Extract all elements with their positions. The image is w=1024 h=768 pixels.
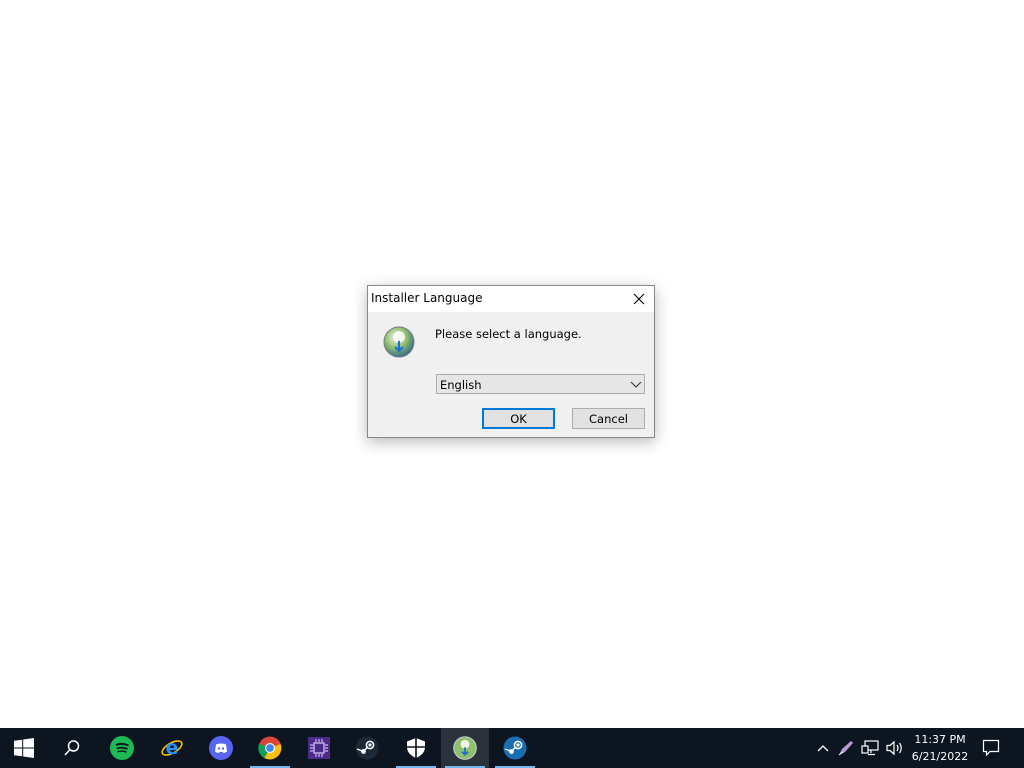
taskbar-security[interactable] [392,728,440,768]
clock-date: 6/21/2022 [911,750,969,763]
chevron-down-icon [630,381,642,388]
action-center-button[interactable] [981,738,1001,758]
chevron-up-icon [817,745,829,752]
taskbar-chrome[interactable] [246,728,294,768]
taskbar-installer[interactable] [441,728,489,768]
spotify-icon [110,736,134,760]
installer-language-dialog: Installer Language Please select a langu… [367,285,655,438]
show-hidden-icons-button[interactable] [813,738,833,758]
cancel-button[interactable]: Cancel [572,408,645,429]
network-icon [861,740,879,756]
taskbar-steam-2[interactable] [491,728,539,768]
taskbar-app-purple[interactable] [295,728,343,768]
clock-time: 11:37 PM [914,733,966,746]
ie-icon: e [161,737,183,759]
svg-text:e: e [166,737,179,759]
taskbar-spotify[interactable] [98,728,146,768]
close-button[interactable] [624,286,654,312]
chip-icon [308,737,330,759]
taskbar-discord[interactable] [197,728,245,768]
search-button[interactable] [48,728,96,768]
chrome-icon [258,736,282,760]
steam-icon [503,736,527,760]
tray-volume[interactable] [885,738,905,758]
discord-icon [209,736,233,760]
notification-icon [982,739,1000,757]
installer-icon [383,326,415,358]
start-button[interactable] [0,728,48,768]
taskbar: e 11:37 PM 6/21/2022 [0,728,1024,768]
taskbar-internet-explorer[interactable]: e [148,728,196,768]
tray-pen[interactable] [836,738,856,758]
close-icon [633,293,645,305]
dialog-title: Installer Language [371,291,483,305]
windows-logo-icon [14,738,34,758]
taskbar-steam[interactable] [343,728,391,768]
language-select-value: English [440,378,482,392]
language-select[interactable]: English [436,374,645,394]
shield-icon [407,738,425,758]
language-prompt: Please select a language. [435,327,582,341]
installer-icon [453,736,477,760]
volume-icon [886,740,902,756]
pen-icon [838,741,853,756]
ok-button[interactable]: OK [482,408,555,429]
steam-icon [355,736,379,760]
search-icon [64,740,80,756]
dialog-titlebar[interactable]: Installer Language [368,286,654,312]
tray-network[interactable] [860,738,880,758]
taskbar-clock[interactable]: 11:37 PM 6/21/2022 [906,731,974,765]
